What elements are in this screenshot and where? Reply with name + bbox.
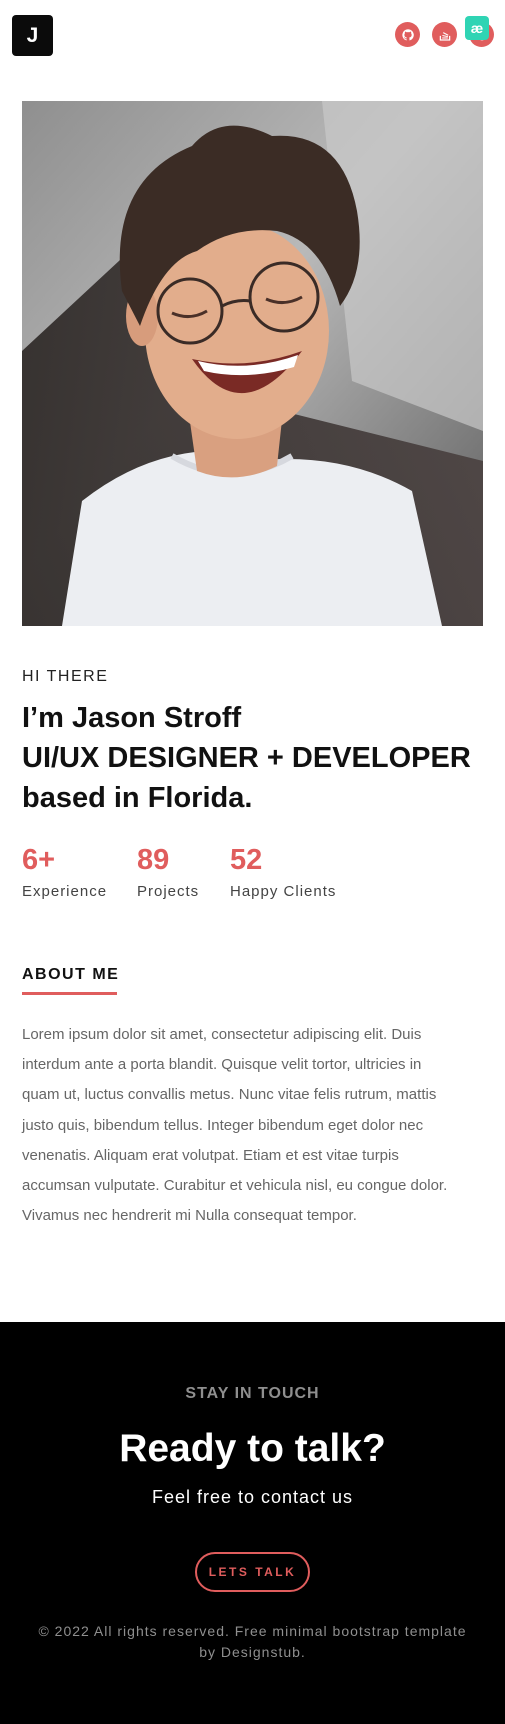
github-icon[interactable]	[395, 22, 420, 47]
about-line: quam ut, luctus convallis metus. Nunc vi…	[22, 1086, 437, 1104]
stat-label: Projects	[137, 883, 200, 900]
stat-label: Experience	[22, 883, 108, 900]
headline-line-name: I’m Jason Stroff	[22, 702, 242, 734]
about-line: accumsan vulputate. Curabitur et vehicul…	[22, 1177, 448, 1195]
about-line: venenatis. Aliquam erat volutpat. Etiam …	[22, 1146, 399, 1164]
stat-label: Happy Clients	[230, 883, 337, 900]
stat-value: 52	[230, 844, 263, 876]
about-underline	[22, 992, 117, 995]
extension-badge-icon[interactable]: æ	[465, 16, 489, 40]
stat-projects: 89 Projects	[137, 843, 199, 900]
page-title: I’m Jason Stroff UI/UX DESIGNER + DEVELO…	[22, 698, 492, 818]
lets-talk-button[interactable]: LETS TALK	[195, 1552, 310, 1592]
greeting-text: HI THERE	[22, 668, 109, 685]
stat-experience: 6+ Experience	[22, 843, 107, 900]
stackoverflow-icon[interactable]	[432, 22, 457, 47]
footer-kicker: STAY IN TOUCH	[185, 1385, 320, 1402]
copyright-text: © 2022 All rights reserved. Free minimal…	[10, 1621, 495, 1663]
contact-footer: STAY IN TOUCH Ready to talk? Feel free t…	[0, 1322, 505, 1724]
logo-button[interactable]: J	[12, 15, 53, 56]
top-nav: J æ	[0, 0, 505, 70]
headline-line-location: based in Florida.	[22, 782, 253, 814]
footer-title: Ready to talk?	[119, 1427, 386, 1470]
copyright-line: © 2022 All rights reserved. Free minimal…	[38, 1623, 467, 1639]
footer-subtitle: Feel free to contact us	[151, 1487, 354, 1507]
about-line: Vivamus nec hendrerit mi Nulla consequat…	[22, 1207, 357, 1225]
about-line: interdum ante a porta blandit. Quisque v…	[22, 1056, 422, 1074]
about-line: Lorem ipsum dolor sit amet, consectetur …	[22, 1026, 422, 1043]
about-heading: ABOUT ME	[22, 966, 120, 983]
profile-photo	[22, 101, 483, 626]
stat-happy-clients: 52 Happy Clients	[230, 843, 336, 900]
stat-value: 89	[137, 844, 170, 876]
copyright-line: by Designstub.	[199, 1644, 306, 1660]
about-line: justo quis, bibendum tellus. Integer bib…	[22, 1116, 424, 1134]
headline-line-role: UI/UX DESIGNER + DEVELOPER	[22, 742, 471, 774]
about-paragraph: Lorem ipsum dolor sit amet, consectetur …	[22, 1020, 484, 1231]
stat-value: 6+	[22, 844, 56, 876]
